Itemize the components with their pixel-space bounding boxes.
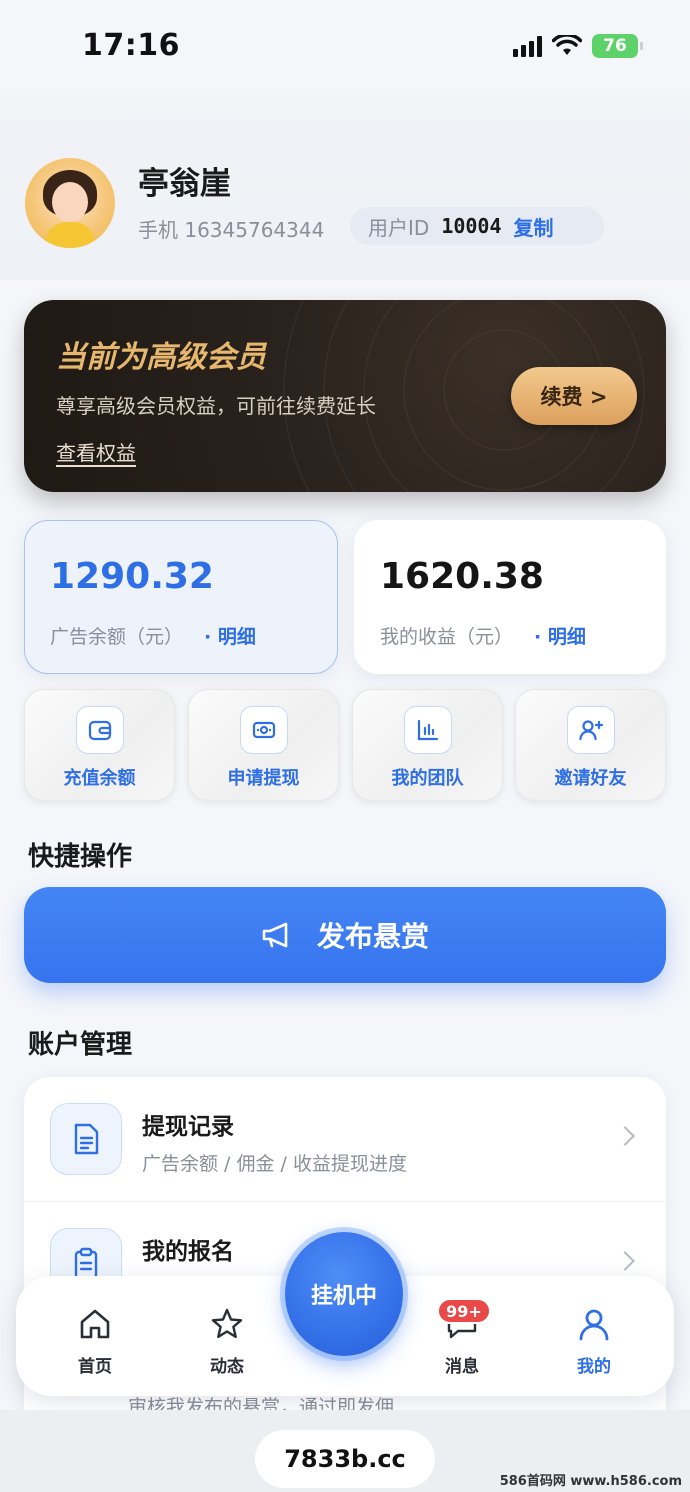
- ad-balance-card[interactable]: [24, 520, 338, 674]
- income-card[interactable]: [354, 520, 666, 674]
- tile-invite-label: 邀请好友: [554, 768, 627, 789]
- income-detail-link[interactable]: · 明细: [534, 622, 586, 649]
- battery-icon: 76: [592, 34, 643, 58]
- tile-team[interactable]: 我的团队: [352, 689, 503, 801]
- user-id-value: 10004: [441, 214, 502, 238]
- vip-subtitle: 尊享高级会员权益，可前往续费延长: [56, 394, 376, 418]
- star-icon: [187, 1304, 267, 1344]
- signal-icon: [513, 35, 542, 57]
- tab-home-label: 首页: [78, 1357, 112, 1377]
- view-benefits-link[interactable]: 查看权益: [56, 437, 136, 466]
- megaphone-icon: [262, 922, 288, 948]
- withdraw-records-title: 提现记录: [142, 1114, 234, 1140]
- avatar[interactable]: [25, 158, 115, 248]
- ad-balance-detail-link[interactable]: · 明细: [204, 622, 256, 649]
- cash-icon: [240, 706, 288, 754]
- income-label: 我的收益（元）: [380, 626, 514, 648]
- tab-mine[interactable]: 我的: [554, 1304, 634, 1377]
- home-icon: [55, 1304, 135, 1344]
- account-management-title: 账户管理: [28, 1030, 133, 1060]
- income-value: 1620.38: [380, 556, 544, 597]
- watermark: 586首码网 www.h586.com: [499, 1474, 682, 1489]
- add-user-icon: [567, 706, 615, 754]
- chevron-right-icon: [615, 1251, 635, 1271]
- tab-messages-label: 消息: [445, 1357, 479, 1377]
- copy-id-button[interactable]: 复制: [514, 212, 554, 241]
- tile-recharge-label: 充值余额: [63, 768, 136, 789]
- tile-withdraw[interactable]: 申请提现: [188, 689, 339, 801]
- chevron-right-icon: [615, 1126, 635, 1146]
- url-pill[interactable]: 7833b.cc: [255, 1430, 435, 1488]
- battery-level: 76: [603, 36, 627, 56]
- tile-recharge[interactable]: 充值余额: [24, 689, 175, 801]
- ad-balance-label: 广告余额（元）: [50, 626, 184, 648]
- user-icon: [554, 1304, 634, 1344]
- tile-team-label: 我的团队: [391, 768, 464, 789]
- wallet-icon: [76, 706, 124, 754]
- renew-button[interactable]: 续费 >: [511, 367, 637, 425]
- tab-feed[interactable]: 动态: [187, 1304, 267, 1377]
- document-icon: [50, 1103, 122, 1175]
- auto-run-button[interactable]: 挂机中: [285, 1232, 403, 1356]
- my-signups-title: 我的报名: [142, 1239, 234, 1265]
- vip-title: 当前为高级会员: [56, 340, 266, 375]
- wifi-icon: [552, 35, 582, 55]
- chart-icon: [404, 706, 452, 754]
- status-time: 17:16: [82, 28, 180, 63]
- tile-withdraw-label: 申请提现: [227, 768, 300, 789]
- withdraw-records-subtitle: 广告余额 / 佣金 / 收益提现进度: [142, 1153, 407, 1175]
- user-id-label: 用户ID: [368, 215, 430, 240]
- status-icons: 76: [513, 34, 643, 58]
- user-name: 亭翁崖: [138, 166, 231, 202]
- messages-badge: 99+: [437, 1298, 491, 1324]
- user-phone: 手机 16345764344: [138, 218, 325, 242]
- tile-invite[interactable]: 邀请好友: [515, 689, 666, 801]
- withdraw-records-item[interactable]: 提现记录 广告余额 / 佣金 / 收益提现进度: [24, 1077, 666, 1201]
- quick-actions-title: 快捷操作: [28, 842, 133, 872]
- tab-mine-label: 我的: [577, 1357, 611, 1377]
- ad-balance-value: 1290.32: [50, 556, 214, 597]
- user-id-pill: 用户ID 10004 复制: [350, 207, 604, 245]
- publish-reward-label: 发布悬赏: [316, 920, 429, 953]
- publish-reward-button[interactable]: 发布悬赏: [24, 887, 666, 983]
- tab-feed-label: 动态: [210, 1357, 244, 1377]
- tab-home[interactable]: 首页: [55, 1304, 135, 1377]
